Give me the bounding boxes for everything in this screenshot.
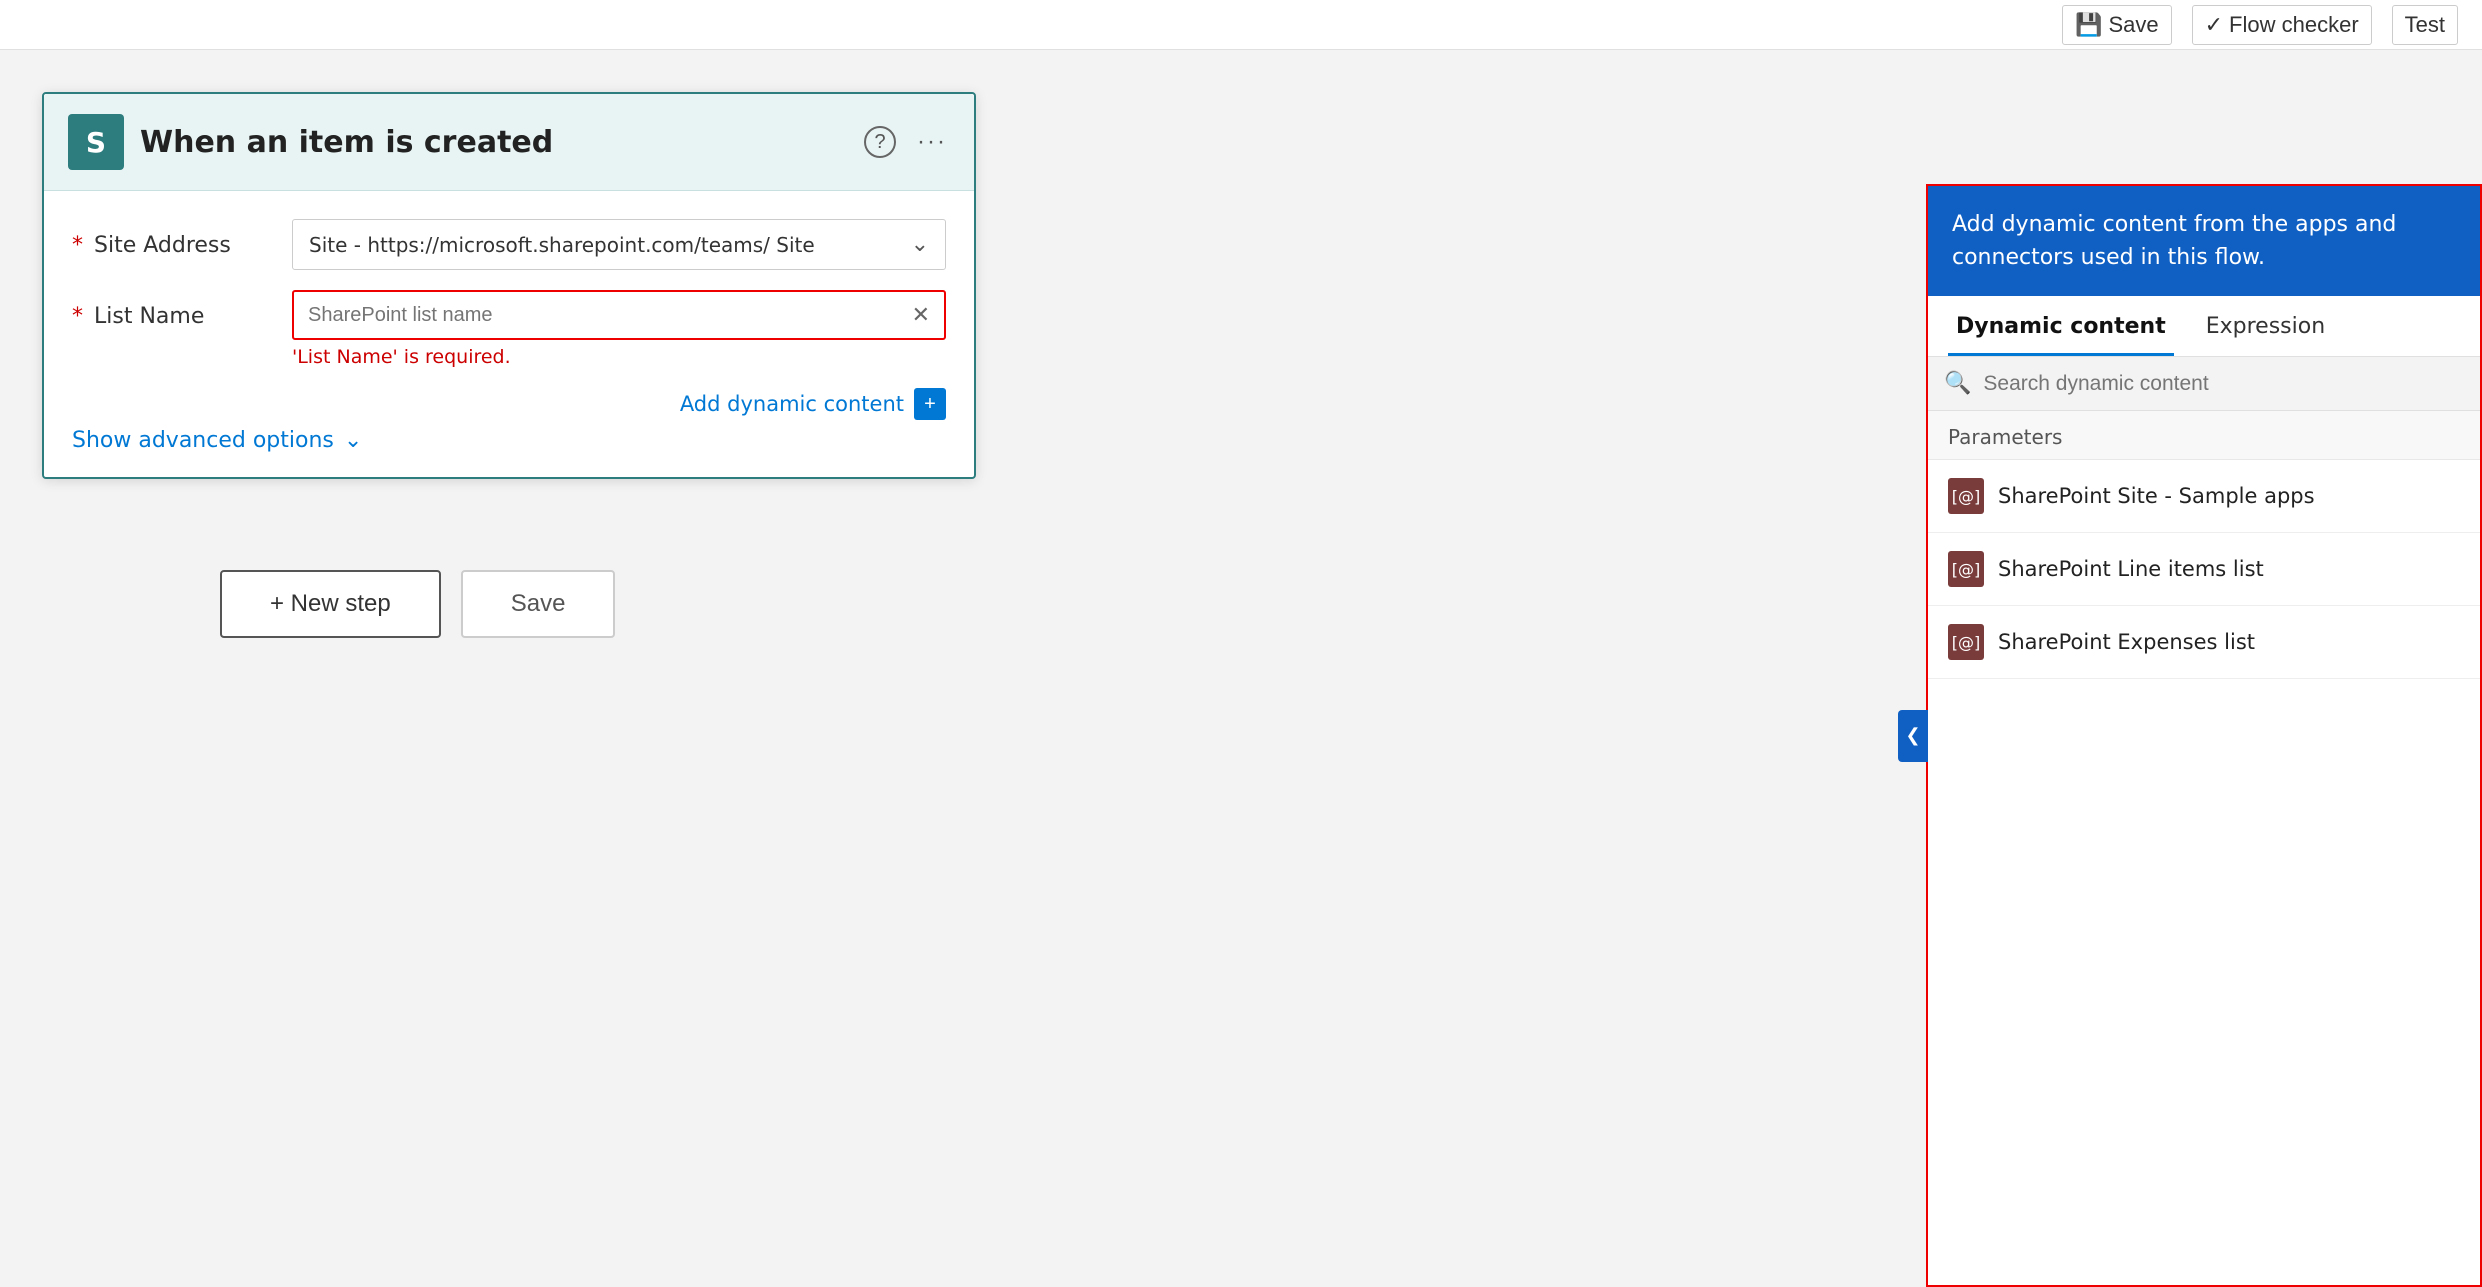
checker-icon: ✓ — [2205, 12, 2223, 38]
save-button[interactable]: 💾 Save — [2062, 5, 2172, 45]
save-icon: 💾 — [2075, 12, 2102, 38]
param-label-3: SharePoint Expenses list — [1998, 630, 2255, 654]
help-icon: ? — [864, 126, 896, 158]
help-button[interactable]: ? — [862, 124, 898, 160]
site-address-control: Site - https://microsoft.sharepoint.com/… — [292, 219, 946, 270]
param-icon-3: [@] — [1948, 624, 1984, 660]
test-button[interactable]: Test — [2392, 5, 2458, 45]
buttons-row: + New step Save — [220, 570, 615, 638]
show-advanced-options[interactable]: Show advanced options ⌄ — [72, 428, 946, 453]
chevron-down-icon-advanced: ⌄ — [344, 428, 362, 453]
list-item[interactable]: [@] SharePoint Expenses list — [1928, 606, 2480, 679]
add-dynamic-content-link[interactable]: Add dynamic content — [680, 392, 904, 416]
param-label-2: SharePoint Line items list — [1998, 557, 2264, 581]
parameters-section-label: Parameters — [1928, 411, 2480, 460]
tab-dynamic-content[interactable]: Dynamic content — [1948, 296, 2174, 356]
panel-header: Add dynamic content from the apps and co… — [1928, 186, 2480, 296]
list-name-label: * List Name — [72, 290, 272, 329]
chevron-down-icon: ⌄ — [911, 232, 929, 257]
top-bar-actions: 💾 Save ✓ Flow checker Test — [2062, 5, 2458, 45]
card-header-actions: ? ··· — [862, 124, 950, 160]
list-item[interactable]: [@] SharePoint Line items list — [1928, 533, 2480, 606]
save-flow-button[interactable]: Save — [461, 570, 616, 638]
clear-button[interactable]: ✕ — [912, 302, 930, 328]
card-body: * Site Address Site - https://microsoft.… — [44, 191, 974, 477]
ellipsis-icon: ··· — [917, 128, 947, 156]
new-step-button[interactable]: + New step — [220, 570, 441, 638]
required-star-2: * — [72, 304, 83, 329]
param-icon-1: [@] — [1948, 478, 1984, 514]
panel-search: 🔍 — [1928, 357, 2480, 411]
canvas: S When an item is created ? ··· * Site A… — [0, 50, 2482, 1287]
param-icon-2: [@] — [1948, 551, 1984, 587]
flow-checker-button[interactable]: ✓ Flow checker — [2192, 5, 2372, 45]
list-name-error: 'List Name' is required. — [292, 346, 946, 368]
list-name-control: ✕ 'List Name' is required. — [292, 290, 946, 368]
list-name-input[interactable] — [308, 304, 912, 327]
required-star: * — [72, 233, 83, 258]
site-address-label: * Site Address — [72, 219, 272, 258]
tab-expression[interactable]: Expression — [2198, 296, 2333, 356]
panel-collapse-arrow[interactable]: ❮ — [1898, 710, 1928, 762]
more-options-button[interactable]: ··· — [914, 124, 950, 160]
param-label-1: SharePoint Site - Sample apps — [1998, 484, 2315, 508]
card-title: When an item is created — [140, 125, 846, 160]
site-address-row: * Site Address Site - https://microsoft.… — [72, 219, 946, 270]
collapse-icon: ❮ — [1905, 725, 1920, 746]
site-address-dropdown[interactable]: Site - https://microsoft.sharepoint.com/… — [292, 219, 946, 270]
flow-card: S When an item is created ? ··· * Site A… — [42, 92, 976, 479]
panel-tabs: Dynamic content Expression — [1928, 296, 2480, 357]
list-item[interactable]: [@] SharePoint Site - Sample apps — [1928, 460, 2480, 533]
parameters-list: [@] SharePoint Site - Sample apps [@] Sh… — [1928, 460, 2480, 679]
dynamic-content-panel: ❮ Add dynamic content from the apps and … — [1926, 184, 2482, 1287]
search-icon: 🔍 — [1944, 371, 1971, 396]
dynamic-content-plus-button[interactable]: + — [914, 388, 946, 420]
card-header: S When an item is created ? ··· — [44, 94, 974, 191]
sharepoint-icon: S — [68, 114, 124, 170]
top-bar: 💾 Save ✓ Flow checker Test — [0, 0, 2482, 50]
list-name-row: * List Name ✕ 'List Name' is required. — [72, 290, 946, 368]
search-dynamic-content-input[interactable] — [1983, 372, 2464, 396]
dynamic-content-link-row: Add dynamic content + — [72, 388, 946, 420]
list-name-input-wrapper: ✕ — [292, 290, 946, 340]
